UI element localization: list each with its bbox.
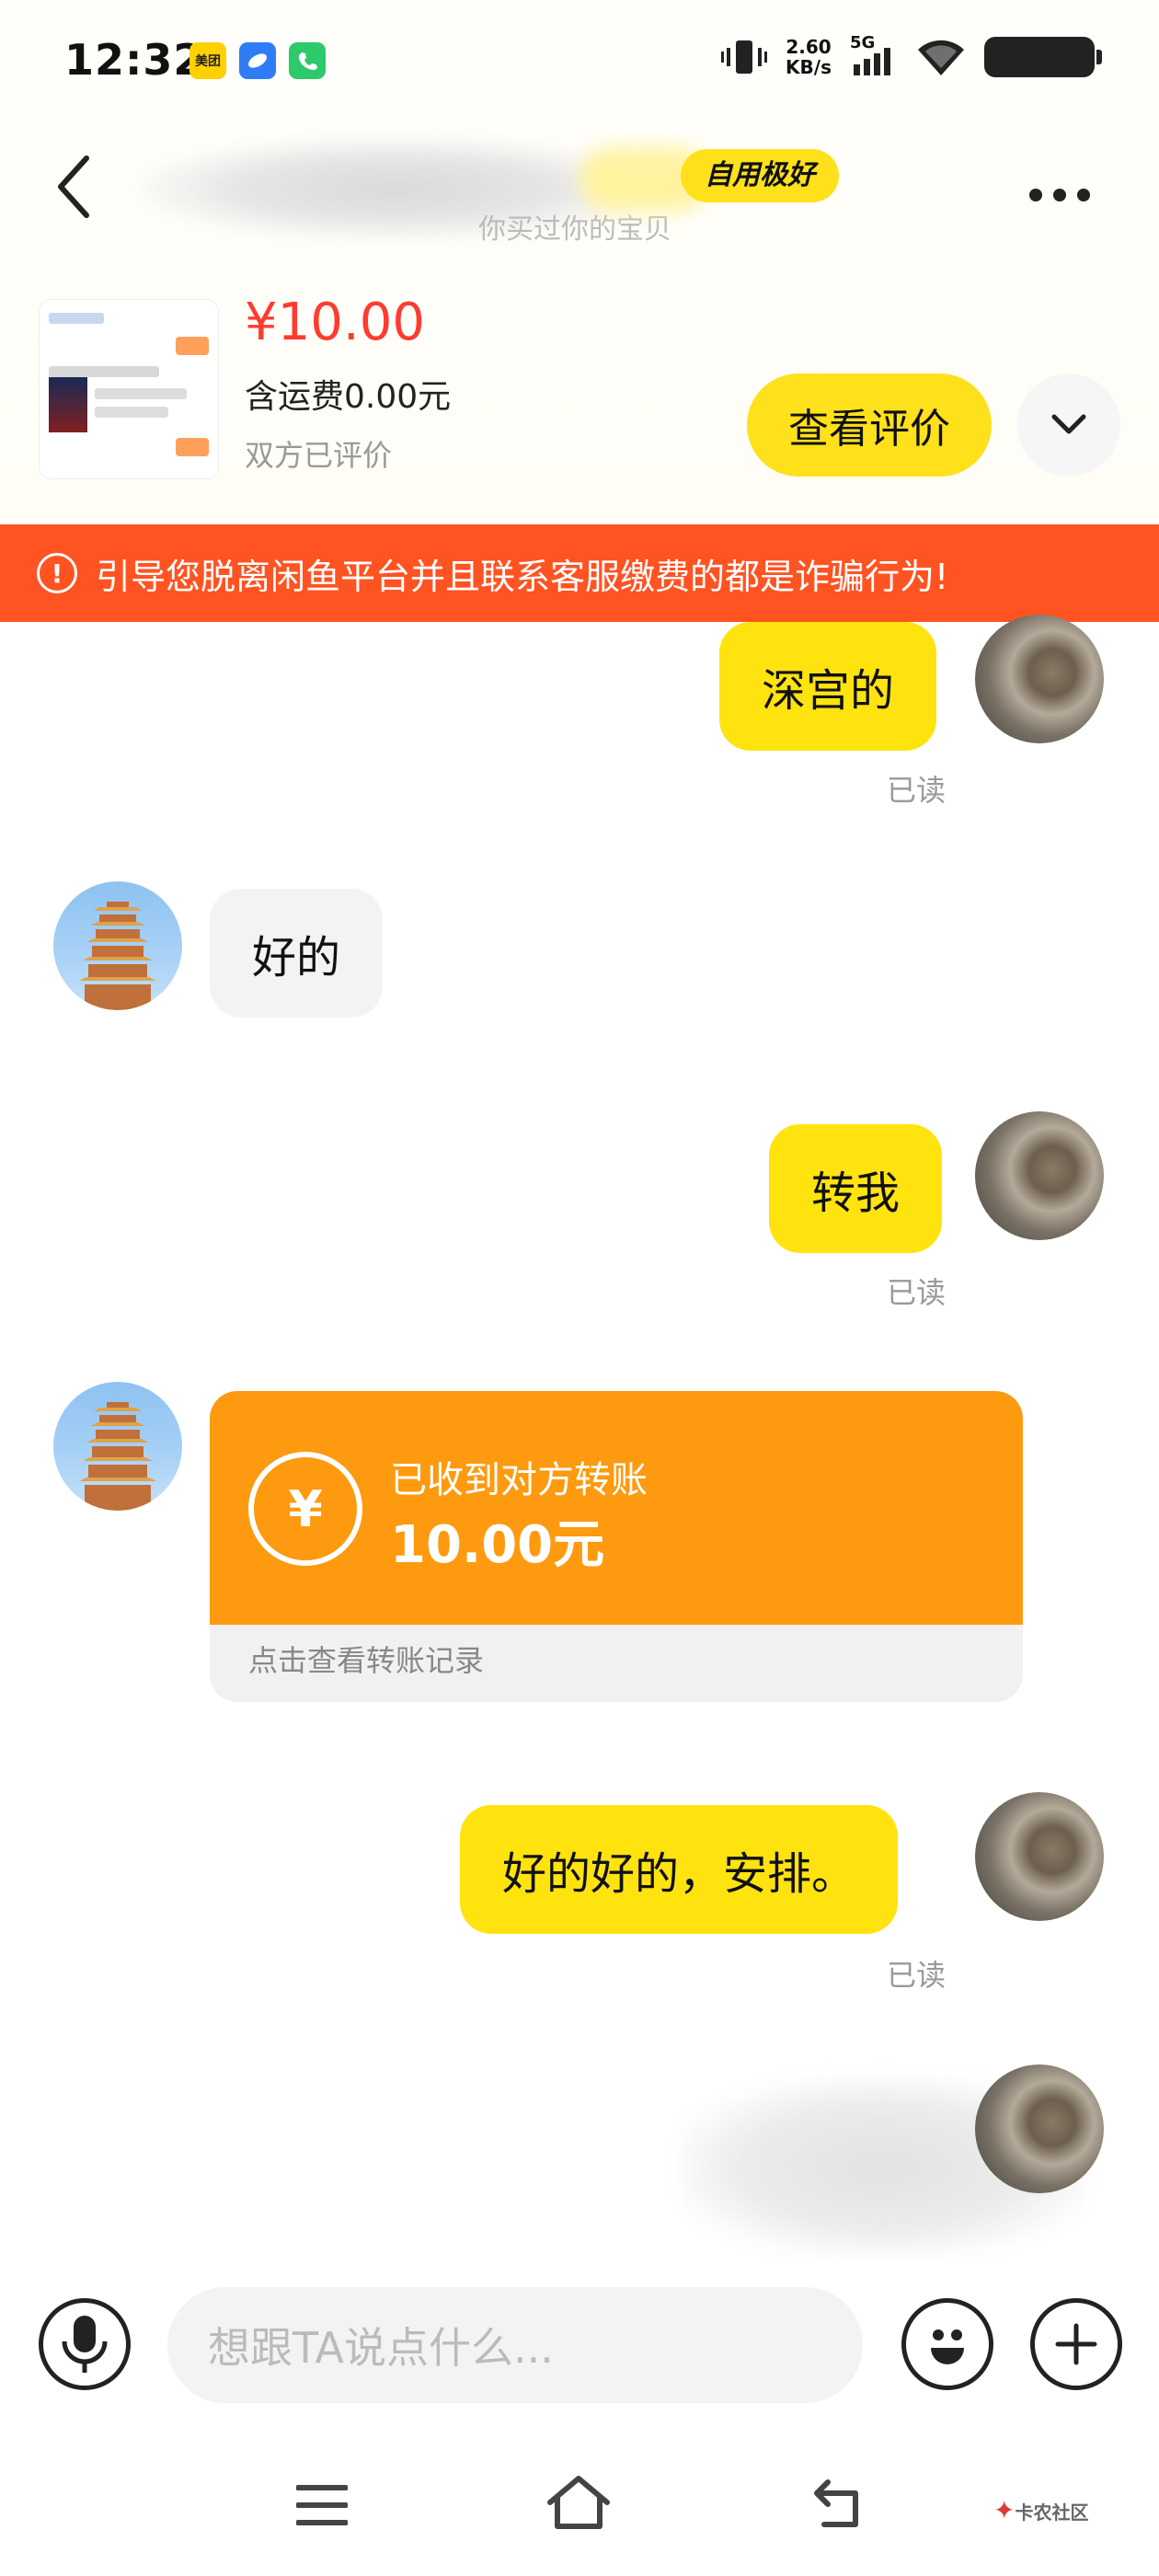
read-receipt: 已读 xyxy=(887,1275,947,1310)
warning-text: 引导您脱离闲鱼平台并且联系客服缴费的都是诈骗行为! xyxy=(96,556,949,597)
signal-icon: 5G xyxy=(850,33,898,77)
message-bubble-received[interactable]: 好的 xyxy=(210,889,384,1018)
browser-app-icon xyxy=(239,42,276,79)
phone-app-icon xyxy=(289,42,326,79)
message-bubble-sent[interactable]: 好的好的，安排。 xyxy=(460,1805,899,1934)
header-subtitle: 你买过你的宝贝 xyxy=(478,213,671,246)
status-bar: 12:32 美团 2.60 KB/s 5G xyxy=(0,0,1159,129)
item-condition-badge: 自用极好 xyxy=(681,149,839,202)
transfer-card-top: ¥ 已收到对方转账 10.00元 xyxy=(210,1391,1023,1625)
fraud-warning-banner: ! 引导您脱离闲鱼平台并且联系客服缴费的都是诈骗行为! xyxy=(0,524,1159,622)
contact-avatar[interactable] xyxy=(53,881,182,1010)
chat-screen: { "status_bar": { "time": "12:32", "app_… xyxy=(0,0,1159,2576)
shipping-fee: 含运费0.00元 xyxy=(245,378,452,416)
meituan-app-icon: 美团 xyxy=(189,42,226,79)
voice-button[interactable] xyxy=(39,2298,131,2390)
back-nav-icon[interactable] xyxy=(811,2478,863,2530)
my-avatar[interactable] xyxy=(975,1792,1104,1921)
read-receipt: 已读 xyxy=(887,773,947,808)
my-avatar[interactable] xyxy=(975,1111,1104,1240)
network-speed: 2.60 KB/s xyxy=(786,36,832,78)
yuan-coin-icon: ¥ xyxy=(248,1452,362,1566)
expand-button[interactable] xyxy=(1017,374,1120,477)
contact-avatar[interactable] xyxy=(53,1382,182,1511)
transfer-label: 已收到对方转账 xyxy=(390,1459,648,1501)
transfer-card[interactable]: ¥ 已收到对方转账 10.00元 点击查看转账记录 xyxy=(210,1391,1023,1702)
menu-icon[interactable] xyxy=(296,2484,348,2526)
message-input[interactable]: 想跟TA说点什么... xyxy=(167,2287,863,2403)
product-price: ¥10.00 xyxy=(245,293,425,352)
warning-icon: ! xyxy=(37,553,77,593)
message-bubble-sent[interactable]: 转我 xyxy=(769,1124,943,1253)
microphone-icon xyxy=(62,2316,108,2373)
my-avatar[interactable] xyxy=(975,2064,1104,2193)
vibrate-icon xyxy=(721,40,768,74)
my-avatar[interactable] xyxy=(975,615,1104,743)
more-options-icon[interactable] xyxy=(1029,189,1090,201)
product-thumbnail[interactable] xyxy=(39,299,219,479)
view-review-button[interactable]: 查看评价 xyxy=(747,374,992,477)
transfer-record-link[interactable]: 点击查看转账记录 xyxy=(248,1638,484,1680)
status-indicators: 2.60 KB/s 5G xyxy=(721,33,1102,78)
back-arrow-icon[interactable] xyxy=(55,155,92,219)
message-bubble-sent[interactable]: 深宫的 xyxy=(719,622,937,751)
read-receipt: 已读 xyxy=(887,1958,947,1993)
rating-status: 双方已评价 xyxy=(245,438,393,473)
emoji-button[interactable] xyxy=(901,2298,993,2390)
status-time: 12:32 xyxy=(64,35,204,85)
emoji-icon xyxy=(931,2329,964,2364)
wifi-icon xyxy=(918,40,964,75)
battery-icon xyxy=(984,37,1102,77)
home-icon[interactable] xyxy=(546,2475,611,2530)
plus-icon xyxy=(1055,2323,1097,2365)
watermark-logo: ✦卡农社区 xyxy=(993,2495,1089,2525)
chevron-down-icon xyxy=(1051,414,1086,434)
transfer-amount: 10.00元 xyxy=(390,1515,605,1575)
add-button[interactable] xyxy=(1030,2298,1122,2390)
